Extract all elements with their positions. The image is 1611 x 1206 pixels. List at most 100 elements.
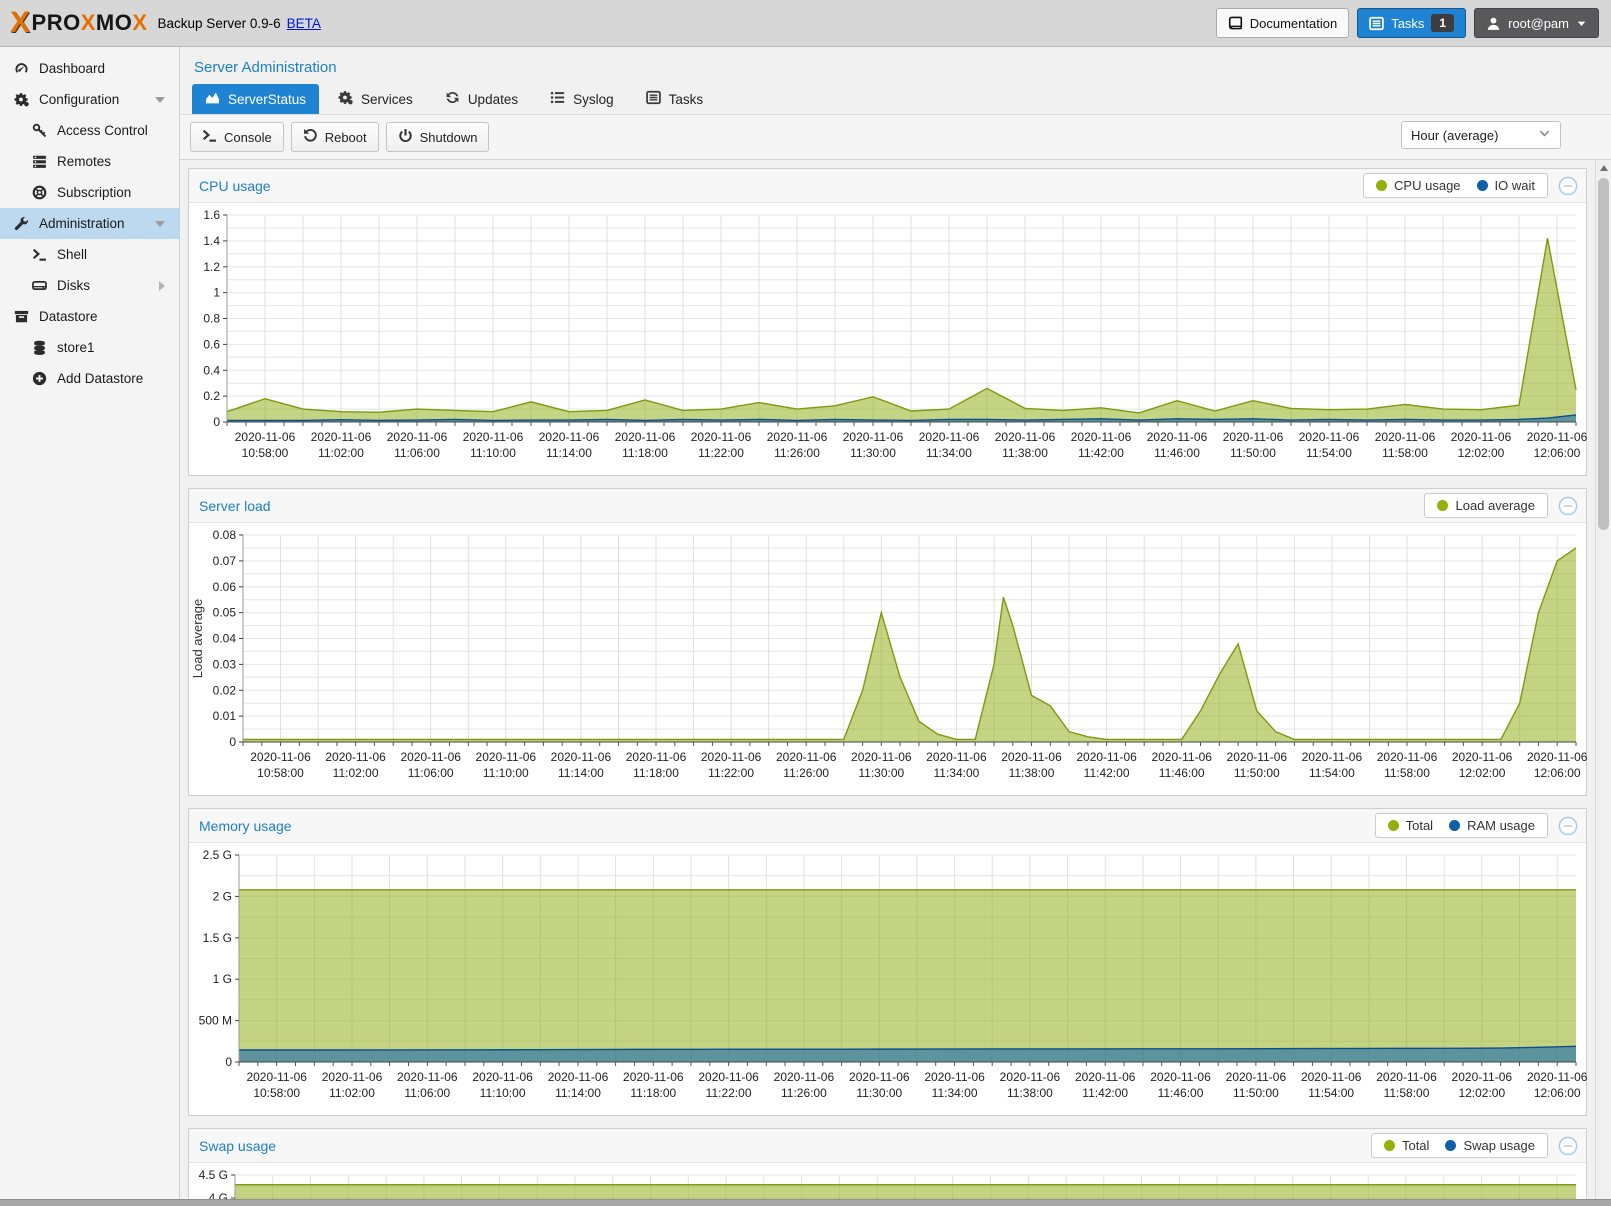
svg-text:11:42:00: 11:42:00 bbox=[1084, 766, 1130, 780]
svg-text:2020-11-06: 2020-11-06 bbox=[843, 430, 904, 444]
svg-text:1: 1 bbox=[213, 286, 220, 300]
terminal-icon bbox=[202, 128, 217, 146]
user-icon bbox=[1486, 16, 1501, 31]
svg-text:1.2: 1.2 bbox=[203, 260, 220, 274]
scroll-up-arrow[interactable] bbox=[1596, 160, 1611, 176]
svg-text:11:02:00: 11:02:00 bbox=[333, 766, 379, 780]
lifering-icon bbox=[31, 185, 48, 200]
chart-legend: Total Swap usage bbox=[1371, 1133, 1548, 1158]
cogs-icon bbox=[338, 90, 353, 108]
panels-scroll-area: CPU usageCPU usageIO wait00.20.40.60.811… bbox=[180, 160, 1611, 1206]
panel-header: Memory usage Total RAM usage bbox=[189, 809, 1586, 843]
legend-item-ram-usage[interactable]: RAM usage bbox=[1449, 818, 1535, 833]
sidebar-item-label: Administration bbox=[39, 216, 125, 231]
svg-text:11:06:00: 11:06:00 bbox=[394, 446, 440, 460]
sidebar-item-label: Disks bbox=[57, 278, 90, 293]
svg-text:1.5 G: 1.5 G bbox=[203, 931, 232, 945]
svg-text:11:18:00: 11:18:00 bbox=[630, 1086, 676, 1100]
svg-text:12:02:00: 12:02:00 bbox=[1458, 1086, 1505, 1100]
svg-text:2020-11-06: 2020-11-06 bbox=[776, 750, 837, 764]
box-icon bbox=[13, 309, 30, 324]
svg-text:2020-11-06: 2020-11-06 bbox=[472, 1070, 533, 1084]
beta-link[interactable]: BETA bbox=[287, 16, 321, 31]
legend-item-cpu-usage[interactable]: CPU usage bbox=[1376, 178, 1460, 193]
tab-serverstatus[interactable]: ServerStatus bbox=[192, 84, 319, 114]
tab-syslog[interactable]: Syslog bbox=[537, 84, 627, 114]
panels-container: CPU usageCPU usageIO wait00.20.40.60.811… bbox=[180, 160, 1595, 1206]
scrollbar-thumb[interactable] bbox=[1598, 178, 1609, 530]
sidebar-item-dashboard[interactable]: Dashboard bbox=[0, 53, 179, 84]
database-icon bbox=[31, 340, 48, 355]
tab-tasks[interactable]: Tasks bbox=[633, 84, 717, 114]
collapse-panel-button[interactable] bbox=[1558, 176, 1578, 196]
documentation-label: Documentation bbox=[1250, 16, 1337, 31]
undo-icon bbox=[303, 128, 318, 146]
svg-text:2020-11-06: 2020-11-06 bbox=[1075, 1070, 1136, 1084]
legend-item-load-average[interactable]: Load average bbox=[1437, 498, 1535, 513]
legend-item-total[interactable]: Total bbox=[1384, 1138, 1429, 1153]
sidebar-item-shell[interactable]: Shell bbox=[0, 239, 179, 270]
svg-text:2020-11-06: 2020-11-06 bbox=[626, 750, 687, 764]
reboot-button[interactable]: Reboot bbox=[291, 122, 379, 152]
panel-header: Server loadLoad average bbox=[189, 489, 1586, 523]
svg-text:2020-11-06: 2020-11-06 bbox=[1376, 1070, 1437, 1084]
svg-text:2020-11-06: 2020-11-06 bbox=[235, 430, 296, 444]
svg-text:2020-11-06: 2020-11-06 bbox=[1227, 750, 1288, 764]
sidebar-item-datastore[interactable]: Datastore bbox=[0, 301, 179, 332]
sidebar-item-access-control[interactable]: Access Control bbox=[0, 115, 179, 146]
user-menu-button[interactable]: root@pam bbox=[1474, 8, 1599, 38]
sidebar-item-label: Access Control bbox=[57, 123, 148, 138]
tasks-button[interactable]: Tasks 1 bbox=[1357, 8, 1466, 38]
svg-text:11:18:00: 11:18:00 bbox=[633, 766, 679, 780]
time-range-select[interactable]: Hour (average) bbox=[1401, 121, 1561, 149]
svg-text:11:10:00: 11:10:00 bbox=[480, 1086, 526, 1100]
svg-text:11:26:00: 11:26:00 bbox=[783, 766, 829, 780]
svg-text:11:26:00: 11:26:00 bbox=[781, 1086, 827, 1100]
sidebar-item-disks[interactable]: Disks bbox=[0, 270, 179, 301]
rows-icon bbox=[31, 154, 48, 169]
svg-text:2020-11-06: 2020-11-06 bbox=[250, 750, 311, 764]
svg-text:11:14:00: 11:14:00 bbox=[546, 446, 592, 460]
chart-panel-memory-usage: Memory usage Total RAM usage 0500 M1 G1.5 G… bbox=[188, 808, 1587, 1116]
svg-text:2020-11-06: 2020-11-06 bbox=[849, 1070, 910, 1084]
legend-item-swap-usage[interactable]: Swap usage bbox=[1445, 1138, 1535, 1153]
svg-text:2020-11-06: 2020-11-06 bbox=[400, 750, 461, 764]
tab-updates[interactable]: Updates bbox=[432, 84, 531, 114]
collapse-panel-button[interactable] bbox=[1558, 496, 1578, 516]
sidebar-item-label: Remotes bbox=[57, 154, 111, 169]
svg-text:2020-11-06: 2020-11-06 bbox=[919, 430, 980, 444]
sidebar-item-remotes[interactable]: Remotes bbox=[0, 146, 179, 177]
collapse-panel-button[interactable] bbox=[1558, 816, 1578, 836]
svg-text:2020-11-06: 2020-11-06 bbox=[1076, 750, 1137, 764]
documentation-button[interactable]: Documentation bbox=[1216, 8, 1349, 38]
panel-title: Memory usage bbox=[199, 818, 1375, 834]
list-alt-icon bbox=[646, 90, 661, 108]
sidebar-item-store1[interactable]: store1 bbox=[0, 332, 179, 363]
collapse-panel-button[interactable] bbox=[1558, 1136, 1578, 1156]
chart-memory-usage: 0500 M1 G1.5 G2 G2.5 G2020-11-0610:58:00… bbox=[189, 845, 1588, 1108]
collapse-arrow-icon[interactable] bbox=[155, 97, 165, 103]
sidebar-item-configuration[interactable]: Configuration bbox=[0, 84, 179, 115]
console-button[interactable]: Console bbox=[190, 122, 284, 152]
sidebar-item-add-datastore[interactable]: Add Datastore bbox=[0, 363, 179, 394]
legend-item-io-wait[interactable]: IO wait bbox=[1477, 178, 1535, 193]
vertical-scrollbar[interactable] bbox=[1595, 160, 1611, 1206]
expand-arrow-icon[interactable] bbox=[159, 281, 165, 291]
svg-text:2020-11-06: 2020-11-06 bbox=[995, 430, 1056, 444]
collapse-arrow-icon[interactable] bbox=[155, 221, 165, 227]
tab-services[interactable]: Services bbox=[325, 84, 426, 114]
svg-text:12:06:00: 12:06:00 bbox=[1534, 1086, 1581, 1100]
tab-label: Updates bbox=[468, 92, 518, 107]
tasks-label: Tasks bbox=[1391, 16, 1424, 31]
svg-text:0.08: 0.08 bbox=[213, 528, 237, 542]
svg-text:2020-11-06: 2020-11-06 bbox=[767, 430, 828, 444]
sidebar-item-subscription[interactable]: Subscription bbox=[0, 177, 179, 208]
sidebar-item-administration[interactable]: Administration bbox=[0, 208, 179, 239]
svg-text:2020-11-06: 2020-11-06 bbox=[1452, 750, 1513, 764]
svg-text:11:02:00: 11:02:00 bbox=[329, 1086, 375, 1100]
legend-item-total[interactable]: Total bbox=[1388, 818, 1433, 833]
svg-text:11:38:00: 11:38:00 bbox=[1007, 1086, 1053, 1100]
svg-text:2020-11-06: 2020-11-06 bbox=[325, 750, 386, 764]
shutdown-button[interactable]: Shutdown bbox=[386, 122, 490, 152]
logo-x-glyph: X bbox=[81, 10, 96, 36]
